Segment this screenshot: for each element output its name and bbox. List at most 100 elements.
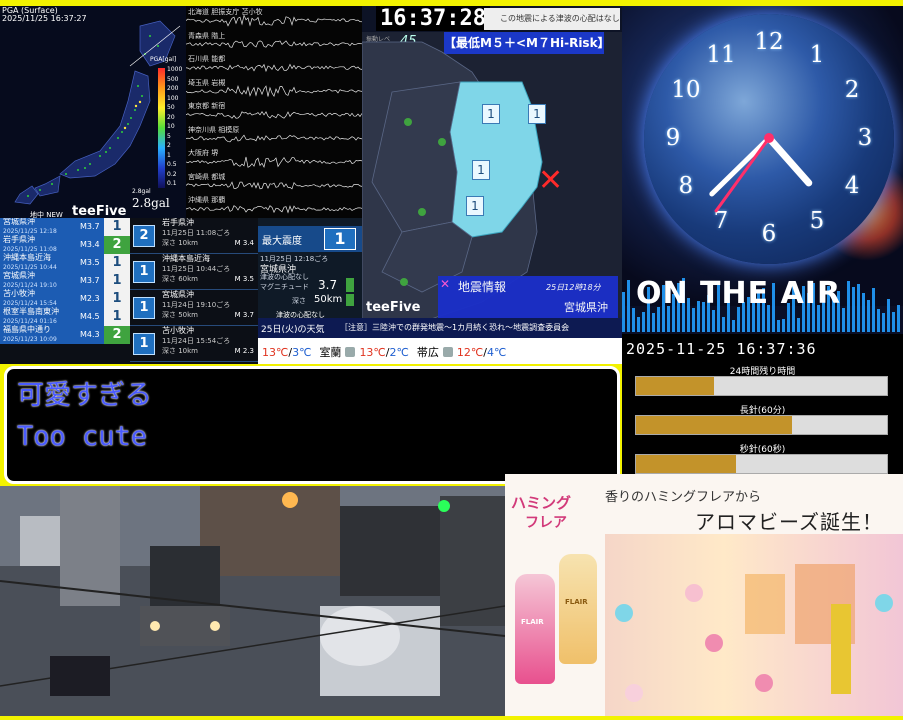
- news-ticker: ［注意］三陸沖での群発地震～1カ月続く恐れ～地震調査委員会: [340, 323, 570, 332]
- quake-shindo: 2: [104, 325, 130, 344]
- quake-list-row[interactable]: 根室半島南東沖 2025/11/24 01:16 M4.5 1: [0, 306, 130, 326]
- pga-tick-label: 0.5: [167, 161, 177, 168]
- equalizer-bar: [872, 287, 875, 332]
- station-label: 神奈川県 相模原: [188, 125, 240, 134]
- pga-tick-label: 0.2: [167, 170, 177, 178]
- quake-list-row[interactable]: 宮城県沖 2025/11/24 19:10 M3.7 1: [0, 271, 130, 290]
- pga-tick-label: 2: [167, 142, 171, 149]
- peak-small: 2.8gal: [132, 188, 151, 195]
- pga-tick-label: 0.1: [167, 180, 177, 187]
- station-label: 宮崎県 都城: [188, 172, 226, 181]
- live-camera-feed: [0, 486, 505, 716]
- clock-panel: 12 1 2 3 4 5 6 7 8 9 10 11 ON THE AIR: [622, 6, 903, 334]
- equalizer-bar: [722, 316, 725, 332]
- quake-list-row[interactable]: 苫小牧沖 2025/11/24 15:54 M2.3 1: [0, 289, 130, 308]
- quake-list-row[interactable]: 宮城県沖 2025/11/25 12:18 M3.7 1: [0, 218, 130, 236]
- recent-quake-card[interactable]: 1 沖縄本島近海 11月25日 10:44ごろ 深さ 60km M 3.5: [130, 254, 258, 290]
- equalizer-bar: [637, 317, 640, 332]
- epicenter-icon: ✕: [538, 163, 564, 198]
- quake-history-list: 宮城県沖 2025/11/25 12:18 M3.7 1 岩手県沖 2025/11/25 …: [0, 218, 258, 364]
- subtitle-line-1: 可愛すぎる: [17, 380, 152, 411]
- progress-bar: [635, 376, 888, 396]
- pga-tick-label: 200: [167, 85, 179, 92]
- temp-low: 3℃: [292, 345, 312, 359]
- temp-low: 2℃: [389, 345, 409, 359]
- bottle2-label: FLAIR: [565, 598, 588, 606]
- temp-low: 4℃: [486, 345, 507, 359]
- waveform-trace: [186, 181, 362, 190]
- equalizer-bar: [857, 284, 860, 332]
- peak-value: 2.8gal: [132, 196, 170, 210]
- recent-mag: M 2.3: [234, 347, 254, 355]
- waveform-trace: [186, 134, 362, 143]
- quake-list-row[interactable]: 岩手県沖 2025/11/25 11:08 M3.4 2: [0, 234, 130, 254]
- subtitle-box: 可愛すぎる Too cute: [4, 366, 620, 484]
- quake-region: 根室半島南東沖: [3, 306, 59, 316]
- recent-date: 11月25日 10:44ごろ: [162, 265, 231, 273]
- city-name: 帯広: [416, 346, 439, 359]
- recent-quake-card[interactable]: 1 宮城県沖 11月24日 19:10ごろ 深さ 50km M 3.7: [130, 290, 258, 326]
- quake-shindo: 1: [104, 289, 130, 308]
- recent-date: 11月25日 11:08ごろ: [162, 229, 231, 237]
- intensity-footer: 津波の心配なし: [276, 311, 325, 318]
- product-bottle-gold: FLAIR: [559, 554, 597, 664]
- time-progress-panel: 2025-11-25 16:37:36 24時間残り時間 長針(60分) 秒針(60…: [622, 334, 903, 474]
- pga-map-panel: PGA (Surface) 2025/11/25 16:37:27 PGA[ga…: [0, 6, 186, 218]
- brand-small: 地中 NEW: [30, 211, 63, 218]
- waveform-trace: [186, 63, 362, 73]
- recent-region: 苫小牧沖: [162, 326, 194, 335]
- person-figure: [831, 604, 851, 694]
- recent-date: 11月24日 19:10ごろ: [162, 301, 231, 309]
- quake-list-row[interactable]: 福島県中通り 2025/11/23 10:09 M4.3 2: [0, 324, 130, 344]
- city-name: 室蘭: [319, 346, 342, 359]
- station-label: 沖縄県 那覇: [188, 196, 226, 205]
- equalizer-bar: [712, 310, 715, 332]
- teefive-logo-eew: teeFive: [366, 300, 421, 315]
- brand-line-2: フレア: [525, 515, 567, 531]
- quake-list-row[interactable]: 沖縄本島近海 2025/11/25 10:44 M3.5 1: [0, 253, 130, 272]
- decor-ball: [615, 604, 633, 622]
- pga-tick-label: 100: [167, 94, 179, 102]
- eew-map-panel: 16:37:28 この地震による津波の心配はなし 振動レベル 45 【最低M５＋…: [362, 6, 622, 318]
- on-air-text: ON THE AIR: [636, 276, 842, 311]
- weather-ticker: 25日(火)の天気 ［注意］三陸沖での群発地震～1カ月続く恐れ～地震調査委員会 …: [258, 318, 622, 364]
- station-label: 北海道 胆振支庁 苫小牧: [188, 8, 263, 16]
- area-intensity-marker: 1: [482, 104, 500, 124]
- seismograph-panel: 北海道 胆振支庁 苫小牧 青森県 階上 石川県 能都 埼玉県 岩槻 東京都 新宿 神奈川県…: [186, 6, 362, 218]
- recent-region: 宮城県沖: [162, 290, 194, 299]
- decor-ball: [705, 634, 723, 652]
- equalizer-bar: [797, 318, 800, 332]
- equalizer-bar: [887, 298, 890, 332]
- quake-mag: M3.5: [80, 253, 104, 272]
- quake-shindo: 1: [104, 253, 130, 272]
- pga-tick-label: 5: [167, 132, 171, 140]
- street-scene: [0, 486, 505, 716]
- pga-tick-label: 50: [167, 104, 175, 111]
- subtitle-line-2: Too cute: [17, 421, 148, 452]
- equalizer-bar: [642, 311, 645, 332]
- quake-info-box: ✕ 地震情報 25日12時18分 宮城県沖: [438, 276, 618, 318]
- station-label: 石川県 能都: [188, 55, 226, 64]
- recent-region: 岩手県沖: [162, 218, 194, 227]
- hour-hand: [765, 134, 813, 187]
- equalizer-bar: [897, 304, 900, 332]
- recent-quake-card[interactable]: 1 苫小牧沖 11月24日 15:54ごろ 深さ 10km M 2.3: [130, 326, 258, 362]
- recent-quake-card[interactable]: 2 岩手県沖 11月25日 11:08ごろ 深さ 10km M 3.4: [130, 218, 258, 254]
- equalizer-bar: [877, 309, 880, 332]
- quake-region: 福島県中通り: [3, 324, 51, 334]
- recent-date: 11月24日 15:54ごろ: [162, 337, 231, 345]
- temp-high: 13℃: [262, 345, 289, 359]
- decor-ball: [625, 684, 643, 702]
- minute-hand: [709, 135, 772, 197]
- quake-shindo: 1: [104, 271, 130, 290]
- recent-mag: M 3.5: [234, 275, 254, 283]
- tsunami-notice: この地震による津波の心配はなし: [484, 8, 620, 30]
- area-intensity-marker: 1: [528, 104, 546, 124]
- equalizer-bar: [892, 311, 895, 332]
- progress-fill: [636, 377, 714, 395]
- equalizer-bar: [777, 320, 780, 332]
- quake-region: 岩手県沖: [3, 234, 35, 244]
- recent-shindo: 1: [133, 296, 155, 319]
- pga-scale-title: PGA[gal]: [150, 56, 177, 63]
- pga-tick-label: 1000: [167, 66, 183, 73]
